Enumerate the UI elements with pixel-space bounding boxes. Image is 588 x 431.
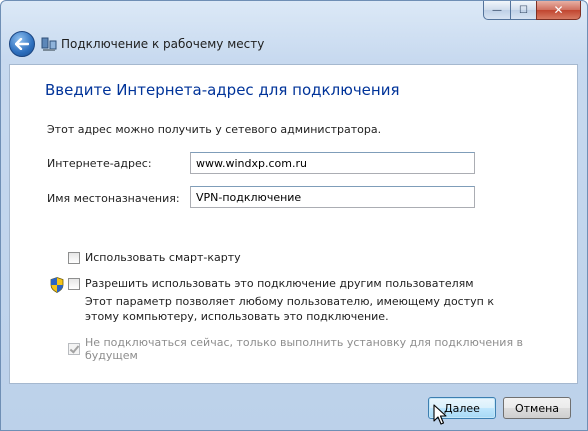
mouse-cursor-icon — [433, 404, 447, 425]
maximize-button[interactable]: ☐ — [510, 1, 536, 20]
defer-connect-checkbox — [68, 343, 80, 355]
destination-name-input[interactable] — [190, 186, 475, 208]
network-connection-icon — [41, 37, 57, 51]
page-heading: Введите Интернета-адрес для подключения — [45, 81, 400, 99]
destination-name-label: Имя местоназначения: — [47, 192, 180, 205]
uac-shield-icon — [50, 277, 64, 293]
info-text: Этот адрес можно получить у сетевого адм… — [47, 123, 382, 136]
cancel-button[interactable]: Отмена — [503, 397, 571, 419]
back-button[interactable] — [9, 31, 35, 57]
wizard-footer: Далее Отмена — [1, 384, 587, 430]
defer-connect-option: Не подключаться сейчас, только выполнить… — [68, 336, 577, 362]
share-connection-checkbox[interactable] — [68, 277, 80, 290]
internet-address-label: Интернете-адрес: — [47, 157, 152, 170]
share-connection-label: Разрешить использовать это подключение д… — [85, 277, 474, 290]
share-connection-option[interactable]: Разрешить использовать это подключение д… — [68, 277, 474, 290]
share-connection-description: Этот параметр позволяет любому пользоват… — [85, 295, 494, 323]
internet-address-input[interactable] — [190, 152, 475, 174]
caption-buttons: — ☐ ✕ — [483, 1, 581, 21]
minimize-button[interactable]: — — [483, 1, 510, 20]
wizard-nav-bar: Подключение к рабочему месту — [9, 29, 264, 59]
smartcard-label: Использовать смарт-карту — [85, 251, 241, 264]
smartcard-option[interactable]: Использовать смарт-карту — [68, 251, 241, 264]
wizard-content: Введите Интернета-адрес для подключения … — [9, 64, 578, 384]
wizard-title: Подключение к рабочему месту — [61, 37, 265, 51]
wizard-window: — ☐ ✕ Подключение к рабочему месту Введи… — [0, 0, 588, 431]
defer-connect-label: Не подключаться сейчас, только выполнить… — [84, 336, 524, 362]
smartcard-checkbox[interactable] — [68, 251, 80, 264]
close-button[interactable]: ✕ — [536, 1, 581, 20]
back-arrow-icon — [15, 38, 29, 50]
